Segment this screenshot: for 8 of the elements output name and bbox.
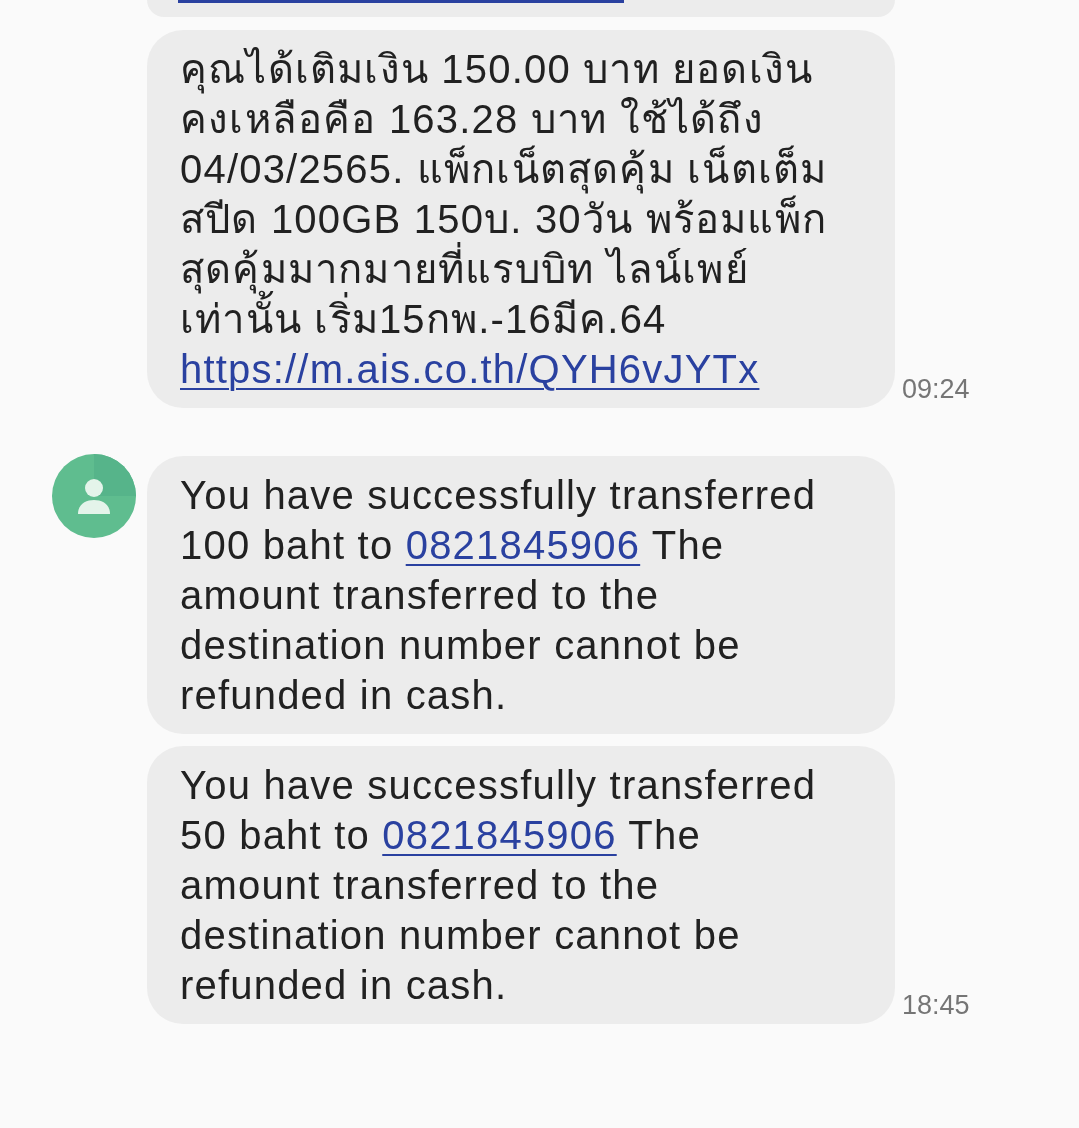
message-link[interactable]: https://m.ais.co.th/QYH6vJYTx: [180, 347, 760, 391]
message-text: You have successfully transferred 100 baht to 0821845906 The amount transferred to the destination number cannot be refunded in cash.: [180, 472, 818, 719]
message-text: คุณได้เติมเงิน 150.00 บาท ยอดเงินคงเหลือคือ 163.28 บาท ใช้ได้ถึง 04/03/2565. แพ็กเน็ตสุดคุ้ม เน็ตเต็มสปีด 100GB 150บ. 30วัน พร้อมแพ็กสุดคุ้มมากมายที่แรบบิท ไลน์เพย์เท่านั้น เริ่ม15กพ.-16มีค.64 https://m.ais.co.th/QYH6vJYTx: [180, 46, 829, 393]
message-link[interactable]: 0821845906: [405, 523, 641, 567]
message-text: You have successfully transferred 50 baht to 0821845906 The amount transferred to the destination number cannot be refunded in cash.: [180, 762, 818, 1009]
message-time: 18:45: [902, 989, 970, 1022]
message-time: 09:24: [902, 373, 970, 406]
message-link[interactable]: 0821845906: [382, 813, 617, 857]
